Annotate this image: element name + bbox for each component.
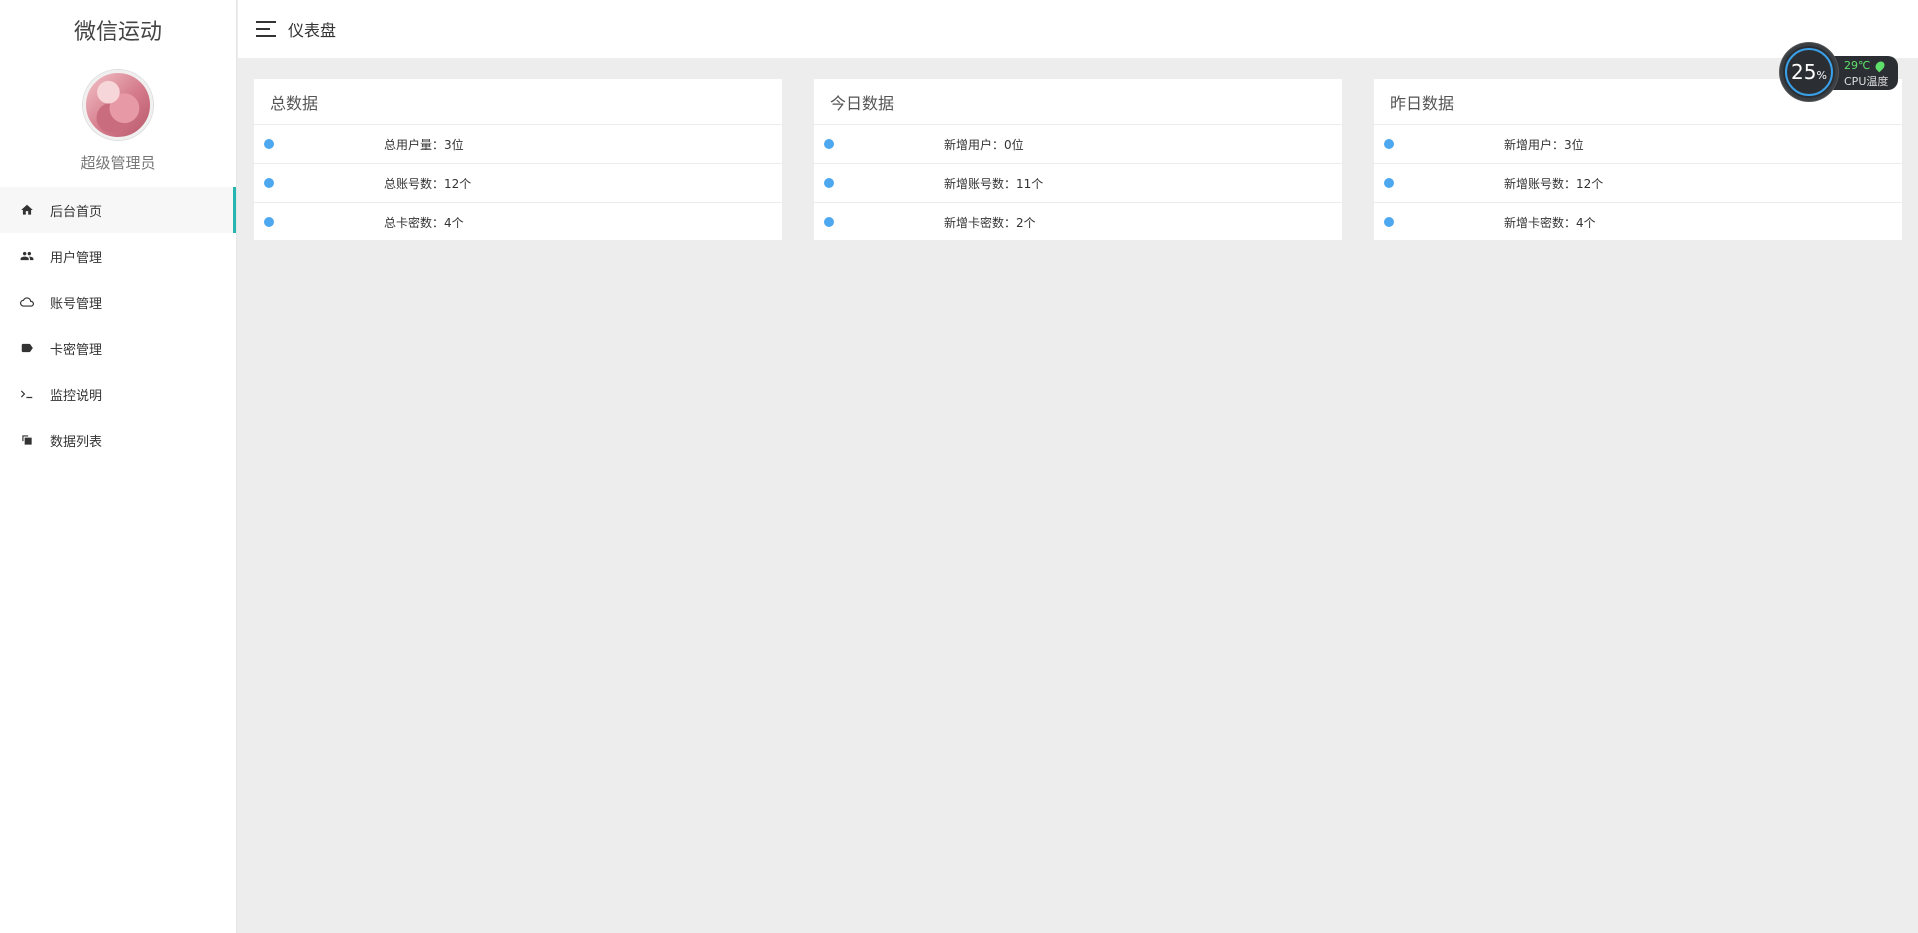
sidebar-item-label: 用户管理	[50, 250, 103, 266]
bullet-icon	[1384, 178, 1394, 188]
sidebar-item-home[interactable]: 后台首页	[0, 187, 236, 233]
sidebar-item-accounts[interactable]: 账号管理	[0, 279, 236, 325]
stat-text: 总卡密数：4个	[384, 215, 464, 230]
sidebar-item-label: 卡密管理	[50, 342, 103, 358]
list-item: 总账号数：12个	[254, 163, 782, 202]
stat-text: 总用户量：3位	[384, 137, 464, 152]
card-total: 总数据 总用户量：3位 总账号数：12个 总卡密数：4个	[254, 79, 782, 240]
stats-cards: 总数据 总用户量：3位 总账号数：12个 总卡密数：4个 今日数据 新增用户：0…	[254, 79, 1902, 240]
list-item: 新增账号数：11个	[814, 163, 1342, 202]
list-item: 新增用户：3位	[1374, 124, 1902, 163]
stat-text: 新增用户：0位	[944, 137, 1024, 152]
card-today: 今日数据 新增用户：0位 新增账号数：11个 新增卡密数：2个	[814, 79, 1342, 240]
hamburger-icon[interactable]	[256, 21, 276, 37]
list-item: 新增卡密数：2个	[814, 202, 1342, 241]
sidebar-item-monitor[interactable]: 监控说明	[0, 371, 236, 417]
avatar[interactable]	[83, 70, 153, 140]
list-item: 总卡密数：4个	[254, 202, 782, 241]
stat-text: 新增账号数：11个	[944, 176, 1044, 191]
bullet-icon	[264, 139, 274, 149]
sidebar-menu: 后台首页 用户管理 账号管理 卡密管理 监控说明 数据列表	[0, 187, 236, 463]
bullet-icon	[1384, 217, 1394, 227]
list-item: 新增卡密数：4个	[1374, 202, 1902, 241]
cpu-widget[interactable]: 25% 29℃ CPU温度	[1780, 43, 1898, 101]
card-yesterday: 昨日数据 新增用户：3位 新增账号数：12个 新增卡密数：4个	[1374, 79, 1902, 240]
cpu-usage-value: 25%	[1791, 60, 1827, 84]
copy-icon	[20, 433, 34, 447]
stat-text: 新增用户：3位	[1504, 137, 1584, 152]
bullet-icon	[824, 139, 834, 149]
list-item: 新增用户：0位	[814, 124, 1342, 163]
page-title: 仪表盘	[288, 21, 337, 40]
cloud-icon	[20, 295, 34, 309]
sidebar-item-users[interactable]: 用户管理	[0, 233, 236, 279]
card-title: 总数据	[270, 93, 319, 113]
stat-text: 新增卡密数：2个	[944, 215, 1036, 230]
cpu-temperature: 29℃	[1844, 59, 1888, 72]
bullet-icon	[824, 178, 834, 188]
sidebar-item-datalist[interactable]: 数据列表	[0, 417, 236, 463]
sidebar-item-label: 后台首页	[50, 204, 103, 220]
brand-title: 微信运动	[73, 20, 162, 45]
bullet-icon	[264, 217, 274, 227]
cpu-label: CPU温度	[1844, 75, 1889, 88]
cpu-usage-ring: 25%	[1780, 43, 1838, 101]
list-item: 总用户量：3位	[254, 124, 782, 163]
sidebar-item-cards[interactable]: 卡密管理	[0, 325, 236, 371]
card-title: 今日数据	[830, 93, 895, 113]
sidebar: 微信运动 超级管理员 后台首页 用户管理 账号管理 卡密管理 监控说明 数据列表	[0, 0, 237, 933]
stat-text: 新增账号数：12个	[1504, 176, 1604, 191]
list-item: 新增账号数：12个	[1374, 163, 1902, 202]
stat-text: 新增卡密数：4个	[1504, 215, 1596, 230]
app: 微信运动 超级管理员 后台首页 用户管理 账号管理 卡密管理 监控说明 数据列表…	[0, 0, 1918, 933]
sidebar-item-label: 数据列表	[50, 434, 103, 450]
tag-icon	[20, 341, 34, 355]
bullet-icon	[824, 217, 834, 227]
bullet-icon	[1384, 139, 1394, 149]
sidebar-item-label: 监控说明	[50, 388, 103, 404]
terminal-icon	[20, 387, 34, 401]
home-icon	[20, 203, 34, 217]
bullet-icon	[264, 178, 274, 188]
top-header: 仪表盘	[238, 0, 1918, 58]
stat-text: 总账号数：12个	[384, 176, 472, 191]
cpu-text: 29℃ CPU温度	[1844, 59, 1888, 89]
users-icon	[20, 249, 34, 263]
user-role: 超级管理员	[80, 154, 156, 172]
sidebar-item-label: 账号管理	[50, 296, 103, 312]
leaf-icon	[1873, 59, 1887, 72]
